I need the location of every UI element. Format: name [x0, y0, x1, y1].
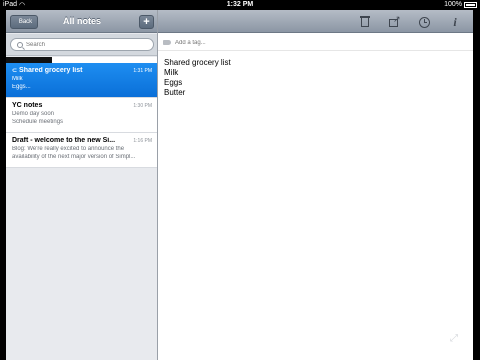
- note-preview-line: Eggs...: [12, 84, 31, 90]
- fullscreen-icon[interactable]: ⤢: [450, 334, 460, 344]
- note-time: 1:31 PM: [133, 68, 152, 74]
- note-preview-line: Blog: We're really excited to announce t…: [12, 146, 125, 152]
- note-title-text: Shared grocery list: [19, 67, 83, 74]
- status-bar: iPad ◠ 1:32 PM 100%: [0, 0, 480, 10]
- search-input[interactable]: [26, 40, 146, 50]
- note-title: ⊂ Shared grocery list: [12, 67, 124, 74]
- sidebar-title: All notes: [62, 16, 101, 26]
- editor-toolbar: ↗ i: [158, 10, 473, 33]
- sidebar-navbar: Back All notes +: [6, 10, 158, 33]
- notes-sidebar: Back All notes + ⊂Shared grocery list 1:…: [6, 10, 158, 360]
- screen-edge: [473, 10, 480, 360]
- tag-bar: [158, 34, 473, 51]
- battery-icon: [464, 2, 477, 8]
- list-item[interactable]: Draft - welcome to the new Si... 1:16 PM…: [6, 133, 158, 168]
- note-body-line: Shared grocery list: [164, 58, 231, 67]
- search-bar: [6, 34, 158, 56]
- search-icon: [17, 42, 23, 48]
- export-icon[interactable]: ↗: [387, 15, 401, 29]
- tag-input[interactable]: [175, 37, 375, 48]
- note-body-line: Eggs: [164, 78, 183, 87]
- note-preview-line: Demo day soon: [12, 111, 55, 117]
- tag-icon: [163, 40, 171, 45]
- search-field[interactable]: [10, 38, 154, 51]
- add-note-button[interactable]: +: [139, 15, 154, 29]
- note-preview-line: Milk: [12, 76, 23, 82]
- note-body[interactable]: Shared grocery list Milk Eggs Butter: [164, 58, 464, 98]
- note-editor: ↗ i Shared grocery list Milk Eggs Butter…: [158, 10, 473, 360]
- shared-icon: ⊂: [12, 68, 18, 74]
- clock-time: 1:32 PM: [226, 1, 254, 8]
- note-body-line: Milk: [164, 68, 179, 77]
- back-button[interactable]: Back: [10, 15, 38, 29]
- note-preview-line: availability of the next major version o…: [12, 154, 136, 160]
- battery-percent: 100%: [444, 1, 462, 8]
- list-item[interactable]: YC notes 1:30 PM Demo day soon Schedule …: [6, 98, 158, 133]
- trash-icon[interactable]: [358, 15, 372, 29]
- note-title: YC notes: [12, 102, 43, 109]
- note-time: 1:16 PM: [133, 138, 152, 144]
- note-body-line: Butter: [164, 88, 186, 97]
- note-title: Draft - welcome to the new Si...: [12, 137, 116, 144]
- clock-icon[interactable]: [417, 15, 431, 29]
- note-list: ⊂ Shared grocery list 1:31 PM Milk Eggs..…: [6, 57, 158, 168]
- list-item[interactable]: ⊂ Shared grocery list 1:31 PM Milk Eggs..…: [6, 63, 158, 98]
- note-time: 1:30 PM: [133, 103, 152, 109]
- info-icon[interactable]: i: [448, 15, 462, 29]
- note-preview-line: Schedule meetings: [12, 119, 64, 125]
